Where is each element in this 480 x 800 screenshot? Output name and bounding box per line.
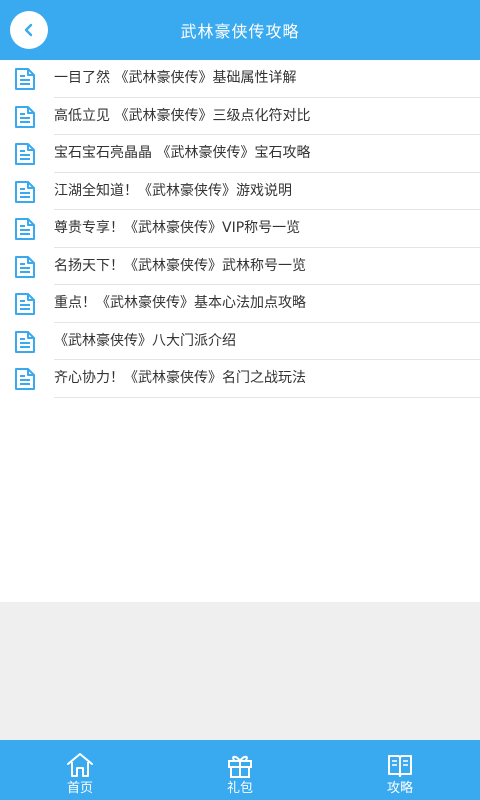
book-icon [388,755,412,777]
home-icon [67,753,93,777]
list-item[interactable]: 高低立见 《武林豪侠传》三级点化符对比 [0,98,480,135]
list-item-title: 齐心协力！《武林豪侠传》名门之战玩法 [54,370,306,386]
tab-gift-label: 礼包 [226,781,253,796]
app-page: 武林豪侠传攻略 一目了然 《武林豪侠传》基础属性详解 高低立见 《武林豪侠传》三… [0,0,480,800]
gift-icon [228,755,252,778]
page-title: 武林豪侠传攻略 [180,22,300,41]
document-icon [15,105,35,128]
list-item[interactable]: 《武林豪侠传》八大门派介绍 [0,323,480,360]
document-icon [15,330,35,353]
bottom-tab-bar: 首页 礼包 攻略 [0,740,480,800]
list-item-title: 江湖全知道！《武林豪侠传》游戏说明 [54,182,292,199]
list-item[interactable]: 齐心协力！《武林豪侠传》名门之战玩法 [0,360,480,398]
document-icon [15,180,35,203]
list-item[interactable]: 江湖全知道！《武林豪侠传》游戏说明 [0,173,480,210]
list-item-title: 《武林豪侠传》八大门派介绍 [54,332,236,349]
tab-home[interactable]: 首页 [0,740,160,800]
list-item-title: 宝石宝石亮晶晶 《武林豪侠传》宝石攻略 [54,145,311,161]
tab-guide-label: 攻略 [386,781,413,796]
document-icon [15,255,35,278]
document-icon [15,293,35,315]
list-divider [54,396,480,398]
list-item[interactable]: 重点！《武林豪侠传》基本心法加点攻略 [0,285,480,323]
chevron-left-icon [24,23,33,37]
back-button[interactable] [10,11,48,49]
document-icon [15,368,35,390]
tab-home-label: 首页 [66,781,93,796]
list-item-title: 名扬天下！《武林豪侠传》武林称号一览 [54,257,306,274]
header-bar: 武林豪侠传攻略 [0,0,480,60]
list-item[interactable]: 一目了然 《武林豪侠传》基础属性详解 [0,60,480,98]
tab-guide[interactable]: 攻略 [320,740,480,800]
list-item-title: 一目了然 《武林豪侠传》基础属性详解 [54,70,297,86]
list-item-title: 重点！《武林豪侠传》基本心法加点攻略 [54,295,306,311]
list-item[interactable]: 名扬天下！《武林豪侠传》武林称号一览 [0,248,480,285]
tab-gift[interactable]: 礼包 [160,740,320,800]
list-item[interactable]: 宝石宝石亮晶晶 《武林豪侠传》宝石攻略 [0,135,480,173]
list-item[interactable]: 尊贵专享！《武林豪侠传》VIP称号一览 [0,210,480,248]
document-icon [15,143,35,165]
document-icon [15,68,35,90]
list-item-title: 高低立见 《武林豪侠传》三级点化符对比 [54,107,311,124]
list-item-title: 尊贵专享！《武林豪侠传》VIP称号一览 [54,220,301,236]
article-list: 一目了然 《武林豪侠传》基础属性详解 高低立见 《武林豪侠传》三级点化符对比 宝… [0,60,480,398]
article-list-panel: 一目了然 《武林豪侠传》基础属性详解 高低立见 《武林豪侠传》三级点化符对比 宝… [0,60,480,602]
document-icon [15,218,35,240]
